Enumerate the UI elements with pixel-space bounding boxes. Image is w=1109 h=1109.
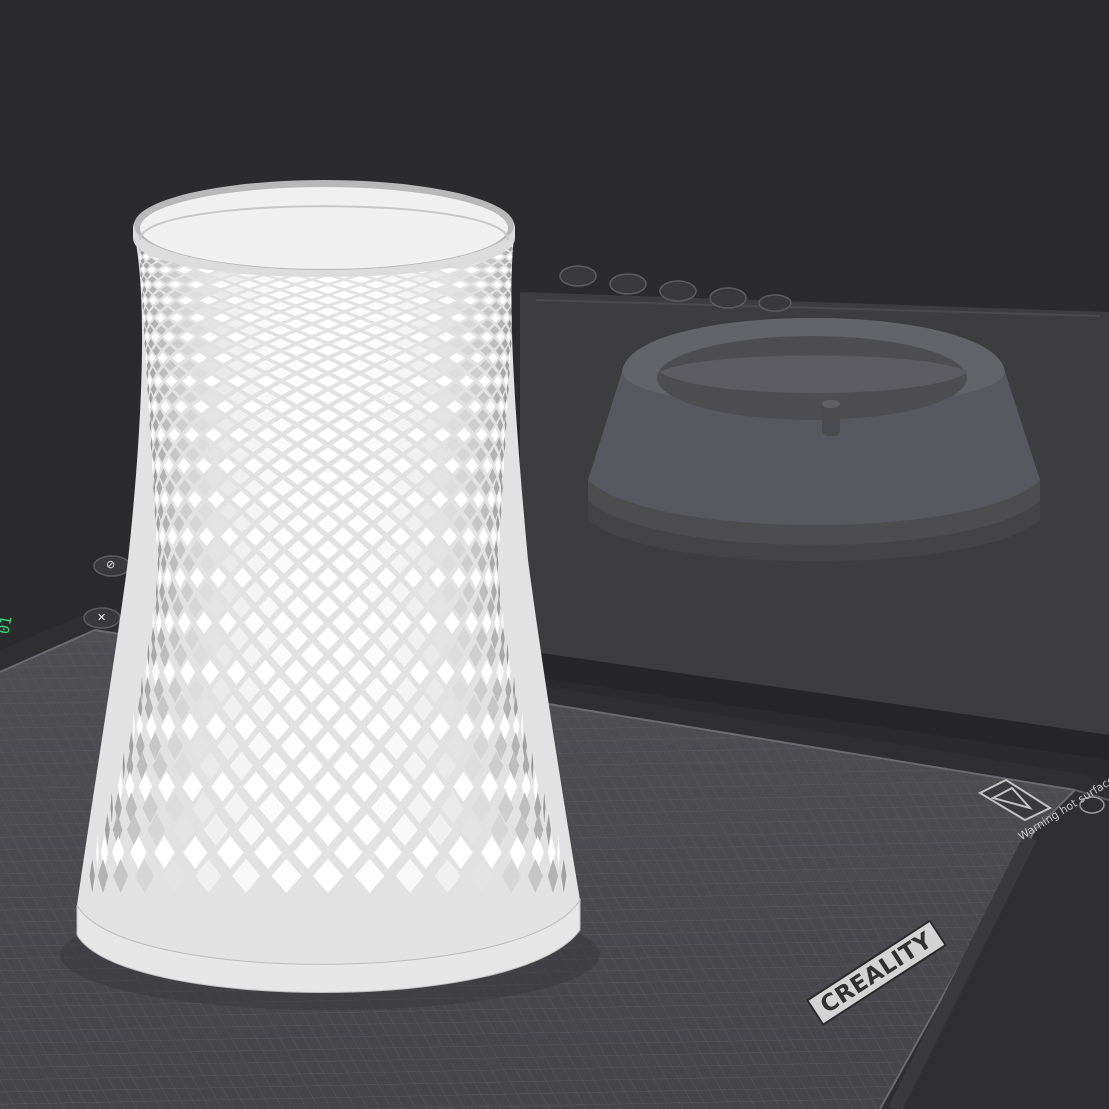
lattice-hole [514, 262, 517, 269]
lattice-hole [512, 280, 516, 289]
lattice-hole [515, 246, 518, 252]
lattice-vase-model[interactable] [60, 180, 600, 1020]
close-icon [83, 607, 121, 629]
orient-icon [93, 555, 131, 577]
lattice-hole [512, 290, 515, 299]
lattice-hole [514, 253, 517, 260]
3d-viewport[interactable]: CREALITY Warning hot surface 01 ✕ ⊘ [0, 0, 1109, 1109]
ashtray-model[interactable] [588, 318, 1040, 562]
lattice-hole [511, 301, 514, 311]
lattice-hole [513, 271, 516, 279]
